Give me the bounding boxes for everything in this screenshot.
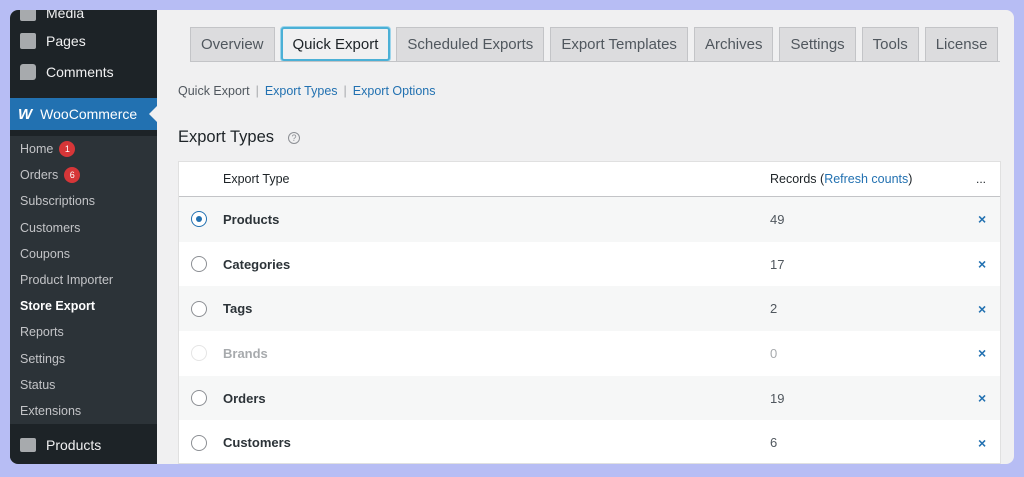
tab-settings[interactable]: Settings [779,27,856,61]
sidebar-item-label: Pages [46,33,86,49]
table-row[interactable]: Orders 19 × [179,375,1000,421]
radio-button[interactable] [191,434,207,451]
sidebar-item-label: Products [46,437,102,453]
comments-icon [20,64,36,80]
close-icon[interactable]: × [978,390,986,406]
export-type-name: Brands [223,345,268,361]
close-icon[interactable]: × [978,435,986,451]
app-window: Media Pages Comments W WooCommerce Home … [10,10,1014,464]
submenu-label: Coupons [20,246,71,261]
table-row: Brands 0 × [179,331,1000,376]
submenu-label: Product Importer [20,273,114,288]
notification-badge: 6 [64,167,81,184]
submenu-label: Subscriptions [20,194,96,209]
submenu-customers[interactable]: Customers [10,215,157,241]
radio-button[interactable] [191,300,207,317]
tab-quick-export[interactable]: Quick Export [280,27,391,61]
close-icon[interactable]: × [978,345,986,361]
submenu-label: Reports [20,325,64,340]
tab-license[interactable]: License [924,27,999,61]
close-icon[interactable]: × [978,301,986,317]
export-types-table: Export Type Records (Refresh counts) ...… [178,161,1001,464]
submenu-label: Home [20,142,54,157]
pages-icon [20,33,36,49]
tabs-divider [190,61,1000,62]
tab-archives[interactable]: Archives [693,27,774,61]
tab-export-templates[interactable]: Export Templates [550,27,688,61]
records-label: Records ( [770,172,825,186]
radio-button[interactable] [191,390,207,407]
export-type-name: Tags [223,301,253,317]
column-records: Records (Refresh counts) [770,172,912,186]
submenu-label: Settings [20,351,66,366]
records-label-close: ) [908,172,913,186]
export-type-name: Customers [223,435,291,451]
close-icon[interactable]: × [978,211,986,227]
help-icon[interactable]: ? [288,131,300,144]
record-count: 17 [770,256,785,272]
sidebar-item-label: WooCommerce [40,106,138,122]
woocommerce-submenu: Home 1 Orders 6 Subscriptions Customers … [10,136,157,425]
sidebar-item-label: Media [46,10,85,21]
export-type-name: Products [223,211,280,227]
submenu-label: Store Export [20,299,96,314]
nav-tabs: Overview Quick Export Scheduled Exports … [190,27,999,61]
woocommerce-icon: W [18,105,33,123]
subnav-current: Quick Export [178,84,250,98]
submenu-coupons[interactable]: Coupons [10,241,157,267]
submenu-product-importer[interactable]: Product Importer [10,267,157,293]
tab-tools[interactable]: Tools [861,27,919,61]
submenu-status[interactable]: Status [10,372,157,398]
export-type-name: Categories [223,256,291,272]
table-row[interactable]: Products 49 × [179,197,1000,242]
column-export-type: Export Type [223,172,290,186]
submenu-label: Orders [20,168,59,183]
subnav-export-types-link[interactable]: Export Types [265,84,338,98]
record-count: 19 [770,390,785,406]
submenu-label: Customers [20,220,81,235]
sidebar-item-comments[interactable]: Comments [10,57,157,87]
subnav-export-options-link[interactable]: Export Options [353,84,436,98]
record-count: 2 [770,301,778,317]
submenu-orders[interactable]: Orders 6 [10,162,157,188]
submenu-store-export[interactable]: Store Export [10,293,157,319]
media-icon [20,10,36,21]
radio-button[interactable] [191,256,207,273]
main-content: Overview Quick Export Scheduled Exports … [157,10,1014,464]
radio-button[interactable] [191,211,207,228]
record-count: 6 [770,435,778,451]
tab-overview[interactable]: Overview [190,27,275,61]
notification-badge: 1 [59,141,76,158]
submenu-extensions[interactable]: Extensions [10,398,157,424]
table-row[interactable]: Categories 17 × [179,242,1000,287]
subnav-separator: | [255,84,259,98]
section-heading: Export Types ? [178,128,300,147]
submenu-settings[interactable]: Settings [10,346,157,372]
refresh-counts-link[interactable]: Refresh counts [824,172,908,186]
admin-sidebar: Media Pages Comments W WooCommerce Home … [10,10,157,464]
sidebar-item-woocommerce[interactable]: W WooCommerce [10,98,157,130]
record-count: 0 [770,345,778,361]
export-type-name: Orders [223,390,266,406]
radio-button [191,345,207,362]
subnav-separator: | [343,84,347,98]
close-icon[interactable]: × [978,256,986,272]
table-row[interactable]: Customers 6 × [179,420,1000,463]
record-count: 49 [770,211,785,227]
submenu-subscriptions[interactable]: Subscriptions [10,188,157,214]
table-row[interactable]: Tags 2 × [179,286,1000,332]
submenu-label: Status [20,377,56,392]
subsubsub-nav: Quick Export | Export Types | Export Opt… [178,84,435,98]
table-header: Export Type Records (Refresh counts) ... [179,162,1000,197]
products-icon [20,438,36,452]
submenu-home[interactable]: Home 1 [10,136,157,162]
sidebar-item-label: Comments [46,64,114,80]
submenu-reports[interactable]: Reports [10,319,157,345]
column-actions: ... [976,172,987,186]
section-title: Export Types [178,128,274,146]
sidebar-item-pages[interactable]: Pages [10,26,157,56]
submenu-label: Extensions [20,403,82,418]
tab-scheduled-exports[interactable]: Scheduled Exports [396,27,545,61]
sidebar-item-products[interactable]: Products [10,430,157,460]
